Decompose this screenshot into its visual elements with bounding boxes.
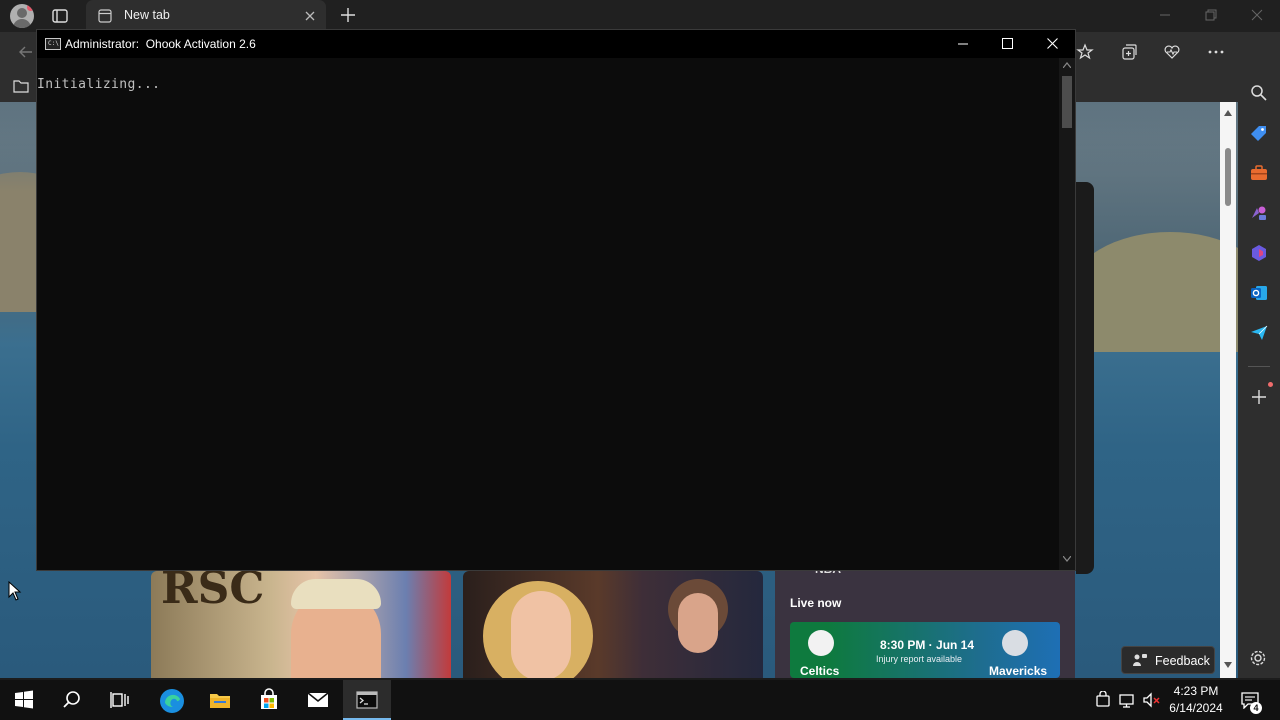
taskbar: 4:23 PM 6/14/2024 4 xyxy=(0,680,1280,720)
browser-tabstrip: New tab xyxy=(0,0,1280,32)
scroll-down-icon[interactable] xyxy=(1063,556,1071,562)
card-image-person xyxy=(678,593,718,653)
news-card-entertainment[interactable] xyxy=(463,571,763,678)
console-maximize-button[interactable] xyxy=(984,30,1030,58)
settings-icon[interactable] xyxy=(1249,649,1267,667)
console-scrollbar[interactable] xyxy=(1059,58,1075,570)
console-window[interactable]: C:\ Administrator: Ohook Activation 2.6 … xyxy=(36,29,1076,571)
task-view-button[interactable] xyxy=(96,680,144,720)
console-minimize-button[interactable] xyxy=(939,30,985,58)
scrollbar-thumb[interactable] xyxy=(1225,148,1231,206)
microsoft-365-icon[interactable] xyxy=(1250,244,1268,262)
close-tab-icon[interactable] xyxy=(304,10,316,22)
terminal-icon xyxy=(356,691,378,709)
card-image-person xyxy=(511,591,571,678)
desktop: New tab RSC Live now 8:30 PM · Jun 14 In… xyxy=(0,0,1280,720)
tab-title: New tab xyxy=(124,8,170,22)
taskbar-search-button[interactable] xyxy=(48,680,96,720)
clock-time[interactable]: 4:23 PM xyxy=(1168,684,1224,698)
browser-essentials-icon[interactable] xyxy=(1163,43,1181,61)
mouse-cursor-icon xyxy=(8,581,22,601)
tab-new-tab[interactable]: New tab xyxy=(86,0,326,32)
drop-icon[interactable] xyxy=(1250,324,1268,342)
console-titlebar[interactable]: C:\ Administrator: Ohook Activation 2.6 xyxy=(37,30,1075,58)
close-window-icon[interactable] xyxy=(1250,8,1264,22)
feedback-label: Feedback xyxy=(1155,654,1210,668)
maximize-icon xyxy=(1002,38,1013,49)
celtics-logo-icon xyxy=(808,630,834,656)
search-icon[interactable] xyxy=(1250,84,1268,102)
console-app-icon: C:\ xyxy=(45,38,61,50)
card-image-hair xyxy=(291,579,381,609)
file-explorer-icon xyxy=(210,694,230,708)
clock-date[interactable]: 6/14/2024 xyxy=(1168,701,1224,715)
tools-icon[interactable] xyxy=(1250,164,1268,182)
tab-actions-icon[interactable] xyxy=(50,6,70,26)
console-output-line: Initializing... xyxy=(37,77,161,92)
add-app-icon[interactable] xyxy=(1251,389,1267,405)
back-icon[interactable] xyxy=(18,44,34,60)
outlook-icon[interactable] xyxy=(1250,284,1268,302)
favorites-icon[interactable] xyxy=(1076,43,1094,61)
notification-count-badge: 4 xyxy=(1250,702,1262,714)
feedback-icon xyxy=(1133,654,1147,666)
close-icon xyxy=(1047,38,1058,49)
scroll-up-icon[interactable] xyxy=(1063,62,1071,68)
feedback-button[interactable]: Feedback xyxy=(1121,646,1215,674)
sidebar-divider xyxy=(1248,366,1270,367)
security-icon[interactable] xyxy=(1095,691,1111,709)
minimize-icon xyxy=(958,43,968,45)
console-output[interactable]: Initializing... xyxy=(37,58,1059,570)
page-icon xyxy=(98,9,112,23)
edge-sidebar xyxy=(1238,32,1280,678)
start-button[interactable] xyxy=(0,680,48,720)
news-card-politics[interactable]: RSC xyxy=(151,571,451,678)
game-card[interactable]: 8:30 PM · Jun 14 Injury report available… xyxy=(790,622,1060,678)
shopping-icon[interactable] xyxy=(1250,124,1268,142)
scroll-down-icon[interactable] xyxy=(1224,662,1232,668)
injury-note: Injury report available xyxy=(876,654,963,664)
taskbar-mail-button[interactable] xyxy=(294,680,342,720)
home-team-name: Celtics xyxy=(800,664,840,678)
games-icon[interactable] xyxy=(1250,204,1268,222)
more-options-icon[interactable] xyxy=(1207,43,1225,61)
taskbar-file-explorer-button[interactable] xyxy=(196,680,244,720)
notification-dot xyxy=(27,4,34,11)
away-team-name: Mavericks xyxy=(989,664,1048,678)
game-time: 8:30 PM · Jun 14 xyxy=(880,638,975,652)
page-scrollbar[interactable] xyxy=(1220,102,1236,678)
mail-icon xyxy=(307,692,329,707)
console-close-button[interactable] xyxy=(1029,30,1075,58)
restore-icon[interactable] xyxy=(1204,8,1218,22)
start-icon xyxy=(15,690,33,709)
console-scrollbar-thumb[interactable] xyxy=(1062,76,1072,128)
profile-avatar[interactable] xyxy=(10,4,34,28)
background-hill xyxy=(1070,232,1238,352)
taskbar-edge-button[interactable] xyxy=(147,680,195,720)
store-icon xyxy=(261,688,277,709)
console-title: Administrator: Ohook Activation 2.6 xyxy=(65,37,256,51)
edge-icon xyxy=(160,689,184,713)
import-favorites-icon[interactable] xyxy=(12,78,30,94)
minimize-icon[interactable] xyxy=(1158,8,1172,22)
new-tab-icon[interactable] xyxy=(340,7,356,23)
card-image-backdrop: RSC xyxy=(161,571,265,614)
volume-muted-icon[interactable] xyxy=(1142,691,1162,709)
network-icon[interactable] xyxy=(1119,691,1137,709)
sports-widget[interactable]: NBA Live now 8:30 PM · Jun 14 Injury rep… xyxy=(775,560,1075,678)
taskbar-store-button[interactable] xyxy=(245,680,293,720)
live-now-label: Live now xyxy=(790,596,842,610)
task-view-icon xyxy=(110,692,129,708)
add-app-notification-dot xyxy=(1268,382,1273,387)
search-icon xyxy=(63,691,80,708)
scroll-up-icon[interactable] xyxy=(1224,110,1232,116)
mavericks-logo-icon xyxy=(1002,630,1028,656)
taskbar-terminal-button[interactable] xyxy=(343,680,391,720)
content-panel-edge xyxy=(1076,182,1094,574)
collections-icon[interactable] xyxy=(1120,43,1138,61)
